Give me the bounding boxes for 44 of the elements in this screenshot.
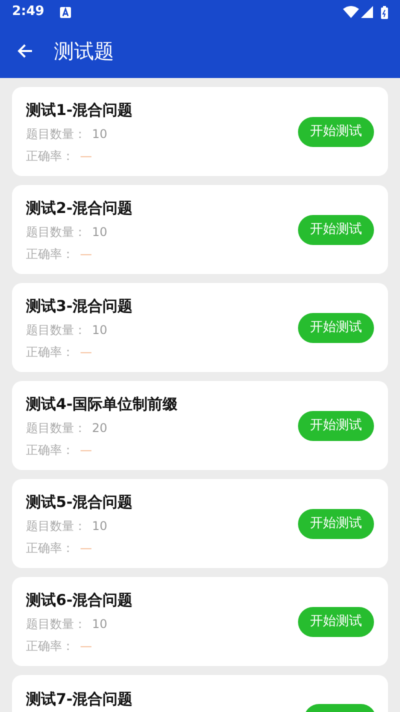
question-count-label: 题目数量： — [26, 518, 86, 534]
accuracy-label: 正确率： — [26, 540, 74, 556]
start-button[interactable]: 开始测试 — [298, 116, 374, 146]
question-count: 10 — [92, 224, 108, 240]
accuracy-value: — — [80, 148, 92, 164]
question-count-label: 题目数量： — [26, 224, 86, 240]
question-count-label: 题目数量： — [26, 126, 86, 142]
test-title: 测试4-国际单位制前缀 — [26, 394, 178, 414]
accuracy-label: 正确率： — [26, 442, 74, 458]
accuracy-value: — — [80, 638, 92, 654]
test-title: 测试5-混合问题 — [26, 492, 133, 512]
question-count: 10 — [92, 126, 108, 142]
start-button[interactable]: 开始测试 — [298, 410, 374, 440]
test-title: 测试3-混合问题 — [26, 296, 133, 316]
wifi-icon — [343, 6, 359, 18]
accuracy-label: 正确率： — [26, 638, 74, 654]
accuracy-label: 正确率： — [26, 148, 74, 164]
clock: 2:49 — [12, 3, 44, 22]
signal-icon — [361, 6, 373, 18]
question-count: 20 — [92, 420, 108, 436]
page-title: 测试题 — [54, 38, 114, 65]
start-button[interactable]: 开始测试 — [298, 214, 374, 244]
start-button[interactable]: 开始测试 — [298, 508, 374, 538]
accuracy-label: 正确率： — [26, 246, 74, 262]
test-title: 测试2-混合问题 — [26, 198, 133, 218]
question-count-label: 题目数量： — [26, 322, 86, 338]
question-count: 10 — [92, 616, 108, 632]
test-title: 测试1-混合问题 — [26, 100, 133, 120]
battery-icon — [381, 6, 388, 18]
start-button[interactable]: 开始测试 — [298, 312, 374, 342]
question-count-label: 题目数量： — [26, 616, 86, 632]
accuracy-label: 正确率： — [26, 344, 74, 360]
accuracy-value: — — [80, 540, 92, 556]
accuracy-value: — — [80, 442, 92, 458]
test-title: 测试6-混合问题 — [26, 590, 133, 610]
accuracy-value: — — [80, 246, 92, 262]
notification-icon — [60, 6, 72, 18]
question-count-label: 题目数量： — [26, 420, 86, 436]
test-title: 测试7-混合问题 — [26, 690, 133, 708]
back-icon[interactable] — [17, 43, 33, 59]
start-button[interactable]: 开始测试 — [298, 606, 374, 636]
question-count: 10 — [92, 322, 108, 338]
question-count: 10 — [92, 518, 108, 534]
accuracy-value: — — [80, 344, 92, 360]
